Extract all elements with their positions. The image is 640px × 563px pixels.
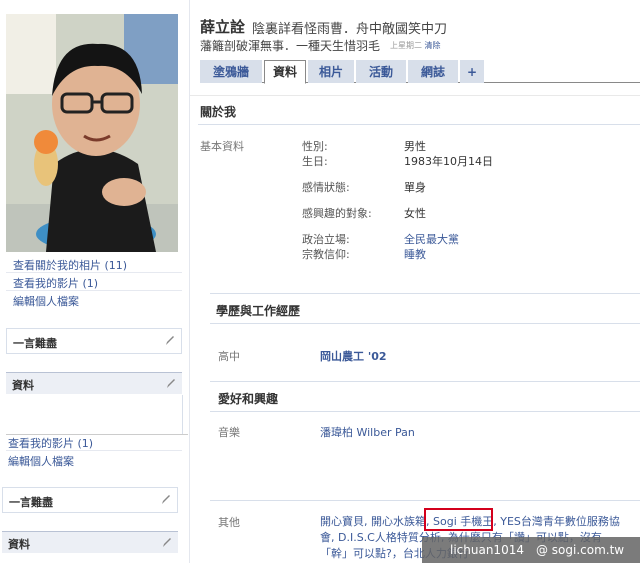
divider [6,450,182,451]
divider [6,272,182,273]
one-liner-box: 一言難盡 [2,487,178,513]
pencil-icon[interactable] [162,536,172,548]
status-line-1: 陰裏詳看怪雨曹．舟中敵國笑中刀 [252,22,448,37]
tab-add[interactable]: + [460,60,484,83]
divider [210,381,640,382]
education-heading: 學歷與工作經歷 [216,304,301,318]
other-part-1[interactable]: 開心寶貝, 開心水族箱, [320,515,433,528]
one-liner-box: 一言難盡 [6,328,182,354]
tab-bar: 塗鴉牆 資料 相片 活動 網誌 + [200,60,640,84]
view-photos-link[interactable]: 查看關於我的相片 (11) [13,257,127,273]
relationship-value: 單身 [404,181,426,194]
music-label: 音樂 [218,426,240,439]
high-school-value[interactable]: 岡山農工 '02 [320,348,387,364]
tab-notes[interactable]: 網誌 [408,60,458,83]
gender-value: 男性 [404,140,426,153]
profile-photo[interactable] [6,14,178,252]
religion-value[interactable]: 睡教 [404,246,426,262]
pencil-icon[interactable] [161,493,171,505]
divider [198,124,640,125]
music-value[interactable]: 潘瑋柏 Wilber Pan [320,424,415,440]
divider [210,411,640,412]
tab-photos[interactable]: 相片 [308,60,354,83]
tab-info[interactable]: 資料 [264,60,306,84]
political-value[interactable]: 全民最大黨 [404,231,459,247]
highlight-box [424,508,493,531]
divider [182,395,183,435]
other-label: 其他 [218,516,240,529]
view-videos-link[interactable]: 查看我的影片 (1) [13,275,98,291]
birthday-value: 1983年10月14日 [404,155,493,168]
divider [6,290,182,291]
interests-heading: 愛好和興趣 [218,392,279,406]
tab-events[interactable]: 活動 [356,60,406,83]
left-column: 查看關於我的相片 (11) 查看我的影片 (1) 編輯個人檔案 一言難盡 資料 … [0,0,190,563]
column-divider [189,0,190,563]
info-box-title: 資料 [8,538,30,551]
birthday-key: 生日: [302,155,328,168]
divider [190,95,640,96]
profile-name: 薛立詮 [200,18,246,36]
view-videos-link[interactable]: 查看我的影片 (1) [8,435,93,451]
high-school-label: 高中 [218,350,240,363]
interested-in-value: 女性 [404,207,426,220]
info-box-title: 資料 [12,379,34,392]
watermark: lichuan1014 @ sogi.com.tw [422,537,640,563]
about-heading: 關於我 [200,105,237,119]
info-box-header: 資料 [2,531,178,553]
divider [210,323,640,324]
info-box-header: 資料 [6,372,182,394]
edit-profile-link[interactable]: 編輯個人檔案 [13,293,79,309]
tab-wall[interactable]: 塗鴉牆 [200,60,262,83]
interested-in-key: 感興趣的對象: [302,207,372,220]
political-key: 政治立場: [302,233,350,246]
one-liner-title: 一言難盡 [9,496,53,509]
pencil-icon[interactable] [166,377,176,389]
gender-key: 性別: [302,140,328,153]
status-meta: 上星期二 清除 [390,40,441,51]
religion-key: 宗教信仰: [302,248,350,261]
pencil-icon[interactable] [165,334,175,346]
divider [210,500,640,501]
clear-status-link[interactable]: 清除 [425,41,441,50]
relationship-key: 感情狀態: [302,181,350,194]
one-liner-title: 一言難盡 [13,337,57,350]
status-time: 上星期二 [390,41,422,50]
basic-info-label: 基本資料 [200,140,244,153]
status-line-2: 藩籬剖破渾無事．一種天生惜羽毛 [200,39,381,53]
edit-profile-link[interactable]: 編輯個人檔案 [8,453,74,469]
divider [210,293,640,294]
